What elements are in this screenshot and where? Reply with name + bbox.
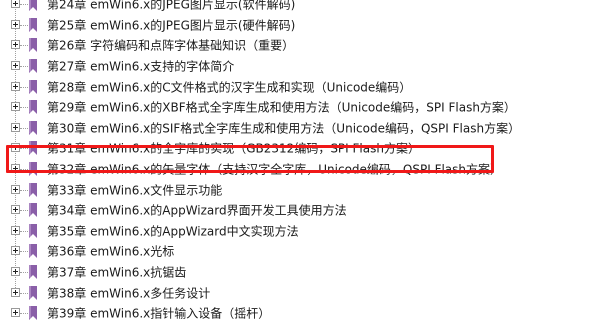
bookmark-icon — [29, 100, 37, 115]
tree-item-ch26[interactable]: 第26章 字符编码和点阵字体基础知识（重要） — [0, 35, 616, 56]
plus-box-icon[interactable] — [11, 308, 20, 318]
tree-item-ch29[interactable]: 第29章 emWin6.x的XBF格式全字库生成和使用方法（Unicode编码，… — [0, 97, 616, 118]
tree-item-label[interactable]: 第36章 emWin6.x光标 — [47, 243, 174, 260]
bookmark-icon — [29, 17, 37, 32]
bookmark-icon — [29, 182, 37, 197]
tree-item-label[interactable]: 第39章 emWin6.x指针输入设备（摇杆） — [47, 305, 270, 322]
tree-item-label[interactable]: 第24章 emWin6.x的JPEG图片显示(软件解码) — [47, 0, 295, 13]
tree-item-ch28[interactable]: 第28章 emWin6.x的C文件格式的汉字生成和实现（Unicode编码） — [0, 76, 616, 97]
plus-box-icon[interactable] — [11, 81, 20, 91]
plus-box-icon[interactable] — [11, 287, 20, 297]
plus-box-icon[interactable] — [11, 225, 20, 235]
tree-item-label[interactable]: 第31章 emWin6.x的全字库的实现（GB2312编码，SPI Flash方… — [47, 140, 420, 157]
tree-branch-line — [20, 148, 28, 150]
tree-item-label[interactable]: 第32章 emWin6.x的矢量字体（支持汉字全字库，Unicode编码，QSP… — [47, 161, 502, 178]
tree-item-ch35[interactable]: 第35章 emWin6.x的AppWizard中文实现方法 — [0, 221, 616, 242]
tree-item-label[interactable]: 第30章 emWin6.x的SIF格式全字库生成和使用方法（Unicode编码，… — [47, 119, 520, 136]
bookmark-icon — [29, 38, 37, 53]
bookmark-icon — [29, 0, 37, 12]
tree-item-ch38[interactable]: 第38章 emWin6.x多任务设计 — [0, 282, 616, 303]
plus-box-icon[interactable] — [11, 40, 20, 50]
tree-branch-line — [20, 189, 28, 191]
tree-item-ch36[interactable]: 第36章 emWin6.x光标 — [0, 241, 616, 262]
tree-item-ch33[interactable]: 第33章 emWin6.x文件显示功能 — [0, 179, 616, 200]
tree-branch-line — [20, 272, 28, 274]
bookmark-icon — [29, 223, 37, 238]
bookmark-tree: 第24章 emWin6.x的JPEG图片显示(软件解码) 第25章 emWin6… — [0, 0, 616, 324]
tree-item-label[interactable]: 第33章 emWin6.x文件显示功能 — [47, 181, 222, 198]
tree-item-ch39[interactable]: 第39章 emWin6.x指针输入设备（摇杆） — [0, 303, 616, 324]
plus-box-icon[interactable] — [11, 0, 20, 9]
bookmark-icon — [29, 265, 37, 280]
tree-item-ch27[interactable]: 第27章 emWin6.x支持的字体简介 — [0, 56, 616, 77]
plus-box-icon[interactable] — [11, 184, 20, 194]
bookmark-icon — [29, 59, 37, 74]
tree-branch-line — [20, 169, 28, 171]
tree-item-label[interactable]: 第28章 emWin6.x的C文件格式的汉字生成和实现（Unicode编码） — [47, 78, 411, 95]
tree-item-label[interactable]: 第34章 emWin6.x的AppWizard界面开发工具使用方法 — [47, 202, 347, 219]
plus-box-icon[interactable] — [11, 61, 20, 71]
tree-item-label[interactable]: 第37章 emWin6.x抗锯齿 — [47, 264, 186, 281]
tree-branch-line — [20, 4, 28, 6]
bookmark-icon — [29, 244, 37, 259]
tree-branch-line — [20, 24, 28, 26]
bookmark-icon — [29, 285, 37, 300]
tree-branch-line — [20, 45, 28, 47]
tree-branch-line — [20, 127, 28, 129]
tree-branch-line — [20, 107, 28, 109]
tree-item-label[interactable]: 第27章 emWin6.x支持的字体简介 — [47, 58, 234, 75]
tree-item-ch25[interactable]: 第25章 emWin6.x的JPEG图片显示(硬件解码) — [0, 15, 616, 36]
plus-box-icon[interactable] — [11, 267, 20, 277]
plus-box-icon[interactable] — [11, 205, 20, 215]
tree-item-ch34[interactable]: 第34章 emWin6.x的AppWizard界面开发工具使用方法 — [0, 200, 616, 221]
bookmark-icon — [29, 79, 37, 94]
tree-branch-line — [20, 251, 28, 253]
plus-box-icon[interactable] — [11, 164, 20, 174]
bookmark-icon — [29, 141, 37, 156]
tree-item-label[interactable]: 第29章 emWin6.x的XBF格式全字库生成和使用方法（Unicode编码，… — [47, 99, 516, 116]
tree-item-label[interactable]: 第35章 emWin6.x的AppWizard中文实现方法 — [47, 222, 299, 239]
tree-item-ch37[interactable]: 第37章 emWin6.x抗锯齿 — [0, 262, 616, 283]
tree-item-label[interactable]: 第26章 字符编码和点阵字体基础知识（重要） — [47, 37, 294, 54]
bookmark-icon — [29, 203, 37, 218]
tree-item-ch32[interactable]: 第32章 emWin6.x的矢量字体（支持汉字全字库，Unicode编码，QSP… — [0, 159, 616, 180]
plus-box-icon[interactable] — [11, 122, 20, 132]
tree-item-label[interactable]: 第38章 emWin6.x多任务设计 — [47, 284, 210, 301]
tree-branch-line — [20, 66, 28, 68]
tree-branch-line — [20, 230, 28, 232]
plus-box-icon[interactable] — [11, 19, 20, 29]
tree-item-ch31[interactable]: 第31章 emWin6.x的全字库的实现（GB2312编码，SPI Flash方… — [0, 138, 616, 159]
bookmark-icon — [29, 306, 37, 321]
tree-item-label[interactable]: 第25章 emWin6.x的JPEG图片显示(硬件解码) — [47, 16, 295, 33]
tree-branch-line — [20, 313, 28, 315]
plus-box-icon[interactable] — [11, 246, 20, 256]
plus-box-icon[interactable] — [11, 143, 20, 153]
tree-branch-line — [20, 292, 28, 294]
tree-item-ch24[interactable]: 第24章 emWin6.x的JPEG图片显示(软件解码) — [0, 0, 616, 15]
bookmark-icon — [29, 162, 37, 177]
tree-item-ch30[interactable]: 第30章 emWin6.x的SIF格式全字库生成和使用方法（Unicode编码，… — [0, 118, 616, 139]
bookmark-icon — [29, 120, 37, 135]
plus-box-icon[interactable] — [11, 102, 20, 112]
tree-branch-line — [20, 86, 28, 88]
tree-branch-line — [20, 210, 28, 212]
